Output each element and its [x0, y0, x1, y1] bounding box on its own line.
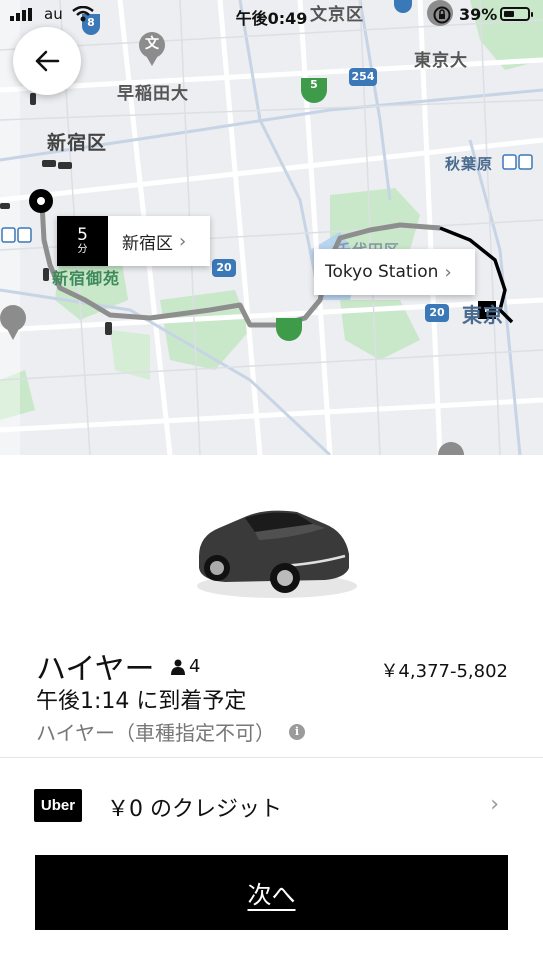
pickup-eta-number: 5: [77, 225, 88, 245]
map-label-akihabara: 秋葉原: [445, 155, 494, 173]
map-label-shinjuku-gyoen: 新宿御苑: [52, 269, 121, 288]
battery-icon: [500, 7, 533, 21]
map-label-waseda: 早稲田大: [117, 84, 189, 104]
next-button[interactable]: 次へ: [35, 855, 508, 930]
info-icon[interactable]: i: [289, 723, 305, 740]
uber-logo: Uber: [34, 789, 82, 822]
back-button[interactable]: [13, 27, 81, 95]
route-shield-254: 254: [351, 70, 375, 83]
destination-place-label: Tokyo Station: [325, 262, 439, 282]
route-shield-20: 20: [216, 261, 232, 274]
capacity-count: 4: [189, 656, 201, 677]
arrival-time: 午後1:14 に到着予定: [36, 689, 247, 714]
car-image: [185, 498, 360, 603]
pickup-callout[interactable]: 5 分 新宿区 ›: [57, 216, 210, 266]
map-view[interactable]: 5 254 20 20 8 文 文京区 早稲田大 東京大 新宿区 秋葉原 新宿御…: [0, 0, 543, 455]
school-icon: 文: [145, 36, 159, 52]
pickup-eta-unit: 分: [77, 244, 88, 255]
next-button-label: 次へ: [247, 881, 296, 909]
product-description-text: ハイヤー（車種指定不可）: [36, 721, 275, 745]
product-name: ハイヤー: [36, 652, 155, 687]
trip-confirmation-screen: 5 254 20 20 8 文 文京区 早稲田大 東京大 新宿区 秋葉原 新宿御…: [0, 0, 543, 965]
capacity: 4: [171, 656, 200, 677]
battery-percent: 39%: [459, 5, 498, 24]
map-label-todai: 東京大: [414, 51, 468, 71]
credit-text: ￥0 のクレジット: [107, 797, 282, 822]
chevron-right-icon: ›: [444, 261, 452, 283]
chevron-right-icon: ›: [490, 792, 499, 817]
route-shield-5: 5: [310, 78, 318, 91]
pickup-place-label: 新宿区: [122, 233, 173, 254]
chevron-right-icon: ›: [179, 230, 187, 252]
arrow-left-icon: [35, 50, 60, 72]
status-bar: au 午後0:49 39%: [0, 0, 543, 30]
fare-estimate: ￥4,377-5,802: [380, 661, 508, 682]
rotation-lock-icon: [433, 6, 451, 24]
pickup-eta-box: 5 分: [57, 216, 108, 266]
divider: [0, 757, 543, 758]
product-description: ハイヤー（車種指定不可） i: [36, 717, 305, 746]
map-label-shinjuku-ward: 新宿区: [47, 132, 108, 154]
payment-credit-row[interactable]: Uber ￥0 のクレジット ›: [0, 770, 543, 840]
destination-callout[interactable]: Tokyo Station ›: [314, 249, 475, 295]
person-icon: [171, 659, 185, 675]
map-label-tokyo: 東京: [462, 303, 504, 327]
route-shield-20-east: 20: [429, 306, 445, 319]
